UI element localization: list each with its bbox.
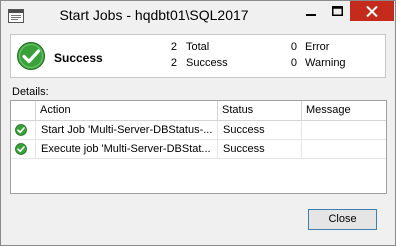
header-status[interactable]: Status	[217, 101, 301, 120]
title-bar[interactable]: Start Jobs - hqdbt01\SQL2017	[1, 1, 395, 31]
maximize-icon	[331, 6, 343, 16]
minimize-icon	[306, 14, 316, 16]
minimize-button[interactable]	[298, 1, 324, 21]
header-action[interactable]: Action	[35, 101, 217, 120]
maximize-button[interactable]	[324, 1, 350, 21]
row-action: Start Job 'Multi-Server-DBStatus-...	[35, 121, 217, 139]
row-status: Success	[217, 121, 301, 139]
success-count: 2	[170, 57, 177, 69]
table-row[interactable]: Start Job 'Multi-Server-DBStatus-... Suc…	[11, 121, 386, 140]
window-title: Start Jobs - hqdbt01\SQL2017	[59, 7, 249, 23]
start-jobs-dialog: Start Jobs - hqdbt01\SQL2017 Success 2 T	[0, 0, 396, 246]
summary-status: Success	[54, 51, 103, 65]
header-icon-column[interactable]	[11, 101, 35, 120]
success-icon	[15, 143, 27, 155]
summary-panel: Success 2 Total 2 Success 0 Error 0 Warn…	[10, 34, 386, 78]
row-message	[301, 140, 386, 158]
error-count: 0	[290, 41, 297, 53]
details-label: Details:	[12, 86, 49, 98]
warning-label: Warning	[305, 57, 346, 69]
close-icon	[366, 5, 378, 17]
row-action: Execute job 'Multi-Server-DBStat...	[35, 140, 217, 158]
grid-header: Action Status Message	[11, 101, 386, 121]
close-button[interactable]: Close	[308, 209, 377, 230]
total-count: 2	[170, 41, 177, 53]
success-icon	[15, 124, 27, 136]
row-message	[301, 121, 386, 139]
success-label: Success	[186, 57, 228, 69]
success-icon	[17, 42, 45, 70]
warning-count: 0	[290, 57, 297, 69]
header-message[interactable]: Message	[301, 101, 386, 120]
table-row[interactable]: Execute job 'Multi-Server-DBStat... Succ…	[11, 140, 386, 159]
row-status: Success	[217, 140, 301, 158]
details-grid[interactable]: Action Status Message Start Job 'Multi-S…	[10, 100, 387, 194]
error-label: Error	[305, 41, 330, 53]
close-window-button[interactable]	[350, 1, 394, 21]
total-label: Total	[186, 41, 210, 53]
